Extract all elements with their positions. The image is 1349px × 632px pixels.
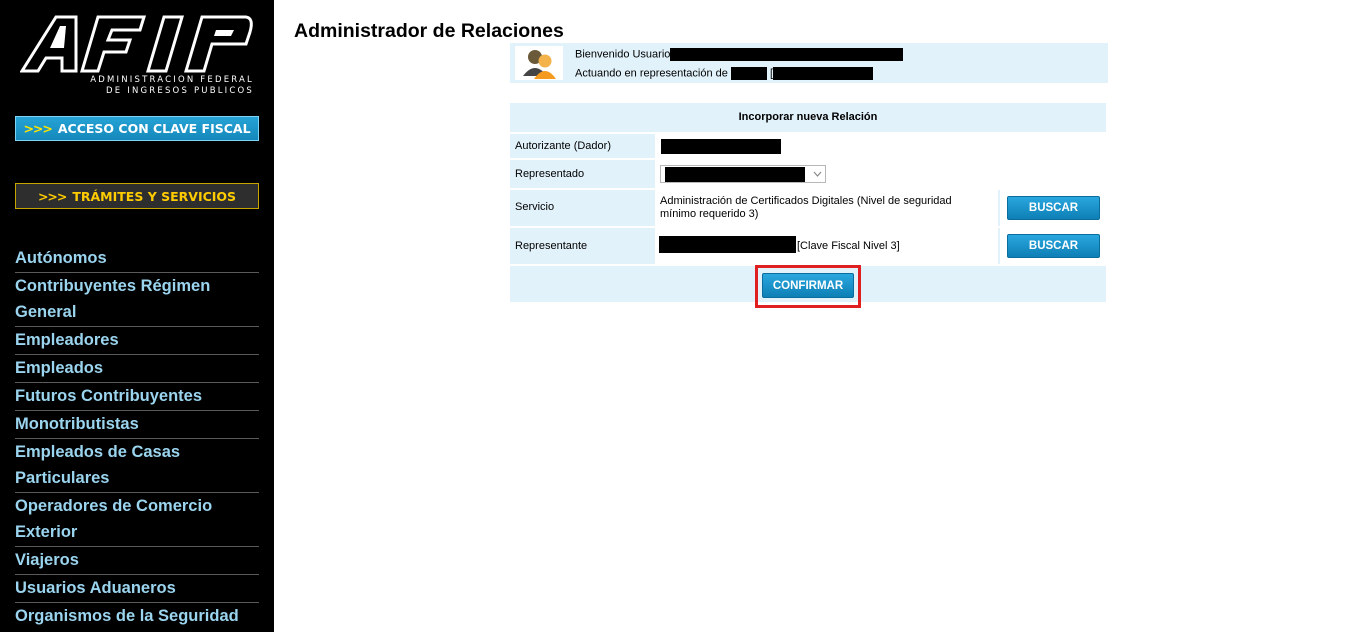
representante-action-cell: BUSCAR xyxy=(1000,228,1106,264)
redacted-representado xyxy=(665,167,805,182)
sidebar-item-futuros-contribuyentes[interactable]: Futuros Contribuyentes xyxy=(15,383,259,411)
page-title: Administrador de Relaciones xyxy=(294,20,564,42)
sidebar: ADMINISTRACION FEDERAL DE INGRESOS PUBLI… xyxy=(0,0,274,632)
sidebar-item-viajeros[interactable]: Viajeros xyxy=(15,547,259,575)
buscar-representante-button[interactable]: BUSCAR xyxy=(1007,234,1100,258)
servicio-value: Administración de Certificados Digitales… xyxy=(660,195,952,220)
acceso-clave-fiscal-label: ACCESO CON CLAVE FISCAL xyxy=(57,121,251,136)
representation-text: Actuando en representación de xyxy=(575,67,728,80)
arrows-icon: >>> xyxy=(23,121,52,136)
arrows-icon: >>> xyxy=(37,188,67,204)
servicio-label: Servicio xyxy=(515,201,555,213)
redacted-representante xyxy=(659,236,796,253)
buscar-servicio-button[interactable]: BUSCAR xyxy=(1007,196,1100,220)
representante-row: Representante [Clave Fiscal Nivel 3] BUS… xyxy=(510,228,1106,264)
tramites-servicios-label: TRÁMITES Y SERVICIOS xyxy=(72,188,237,204)
users-icon xyxy=(515,46,563,80)
welcome-text: Bienvenido Usuario xyxy=(575,48,671,61)
sidebar-nav: Autónomos Contribuyentes Régimen General… xyxy=(15,245,259,632)
logo-text-line1: ADMINISTRACION FEDERAL xyxy=(90,75,254,85)
redacted-id xyxy=(773,67,874,80)
autorizante-label: Autorizante (Dador) xyxy=(515,140,611,152)
form-header: Incorporar nueva Relación xyxy=(510,103,1106,132)
sidebar-item-operadores-comercio-exterior[interactable]: Operadores de Comercio Exterior xyxy=(15,493,259,547)
acceso-clave-fiscal-button[interactable]: >>> ACCESO CON CLAVE FISCAL xyxy=(15,116,259,141)
sidebar-item-empleados-casas-particulares[interactable]: Empleados de Casas Particulares xyxy=(15,439,259,493)
sidebar-item-contribuyentes-regimen-general[interactable]: Contribuyentes Régimen General xyxy=(15,273,259,327)
sidebar-item-autonomos[interactable]: Autónomos xyxy=(15,245,259,273)
redacted-name xyxy=(730,67,767,80)
welcome-panel: Bienvenido Usuario Actuando en represent… xyxy=(510,43,1108,83)
sidebar-item-empleados[interactable]: Empleados xyxy=(15,355,259,383)
redacted-autorizante xyxy=(661,139,781,154)
tramites-servicios-button[interactable]: >>> TRÁMITES Y SERVICIOS xyxy=(15,183,259,209)
logo-text-line2: DE INGRESOS PUBLICOS xyxy=(106,86,254,96)
representado-select[interactable] xyxy=(660,165,826,183)
sidebar-item-organismos-seguridad-social[interactable]: Organismos de la Seguridad Social xyxy=(15,603,259,632)
servicio-value-cell: Administración de Certificados Digitales… xyxy=(655,190,998,226)
representation-line: Actuando en representación de [ xyxy=(575,67,874,80)
representado-label: Representado xyxy=(515,168,585,180)
representante-label: Representante xyxy=(515,240,588,252)
welcome-user-line: Bienvenido Usuario xyxy=(575,48,904,61)
redacted-username xyxy=(670,48,904,61)
servicio-row: Servicio Administración de Certificados … xyxy=(510,190,1106,226)
representante-suffix: [Clave Fiscal Nivel 3] xyxy=(797,240,900,252)
representante-value-cell: [Clave Fiscal Nivel 3] xyxy=(655,228,998,264)
sidebar-item-usuarios-aduaneros[interactable]: Usuarios Aduaneros xyxy=(15,575,259,603)
autorizante-value xyxy=(655,134,1106,158)
representado-row: Representado xyxy=(510,160,1106,188)
sidebar-item-monotributistas[interactable]: Monotributistas xyxy=(15,411,259,439)
chevron-down-icon xyxy=(813,171,822,177)
autorizante-row: Autorizante (Dador) xyxy=(510,134,1106,158)
servicio-action-cell: BUSCAR xyxy=(1000,190,1106,226)
confirmar-button[interactable]: CONFIRMAR xyxy=(762,273,854,298)
sidebar-item-empleadores[interactable]: Empleadores xyxy=(15,327,259,355)
